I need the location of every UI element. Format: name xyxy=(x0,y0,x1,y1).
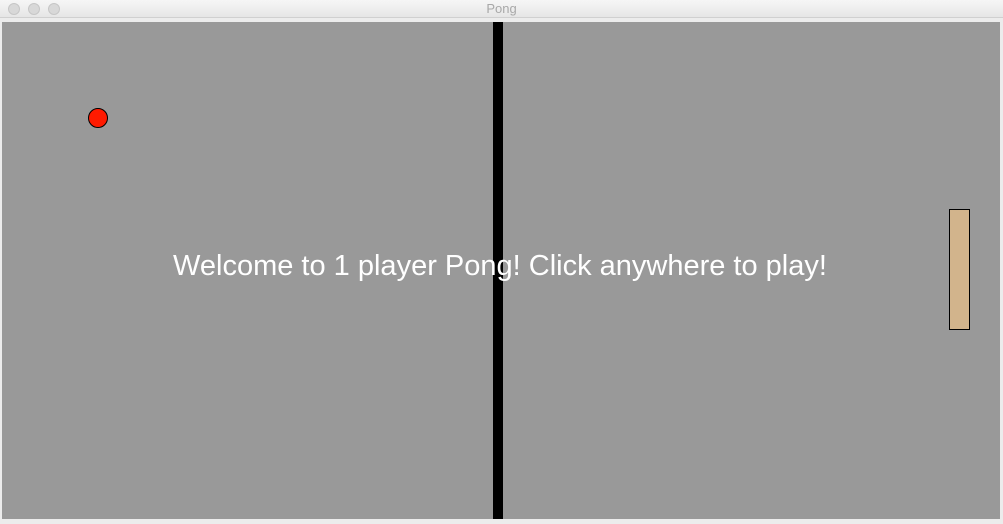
welcome-message: Welcome to 1 player Pong! Click anywhere… xyxy=(173,250,827,282)
game-window: Pong Welcome to 1 player Pong! Click any… xyxy=(0,0,1003,524)
window-title: Pong xyxy=(486,1,517,16)
window-bottom-edge xyxy=(0,519,1003,524)
title-bar: Pong xyxy=(0,0,1003,18)
ball xyxy=(88,108,108,128)
pong-court[interactable]: Welcome to 1 player Pong! Click anywhere… xyxy=(2,22,1000,519)
